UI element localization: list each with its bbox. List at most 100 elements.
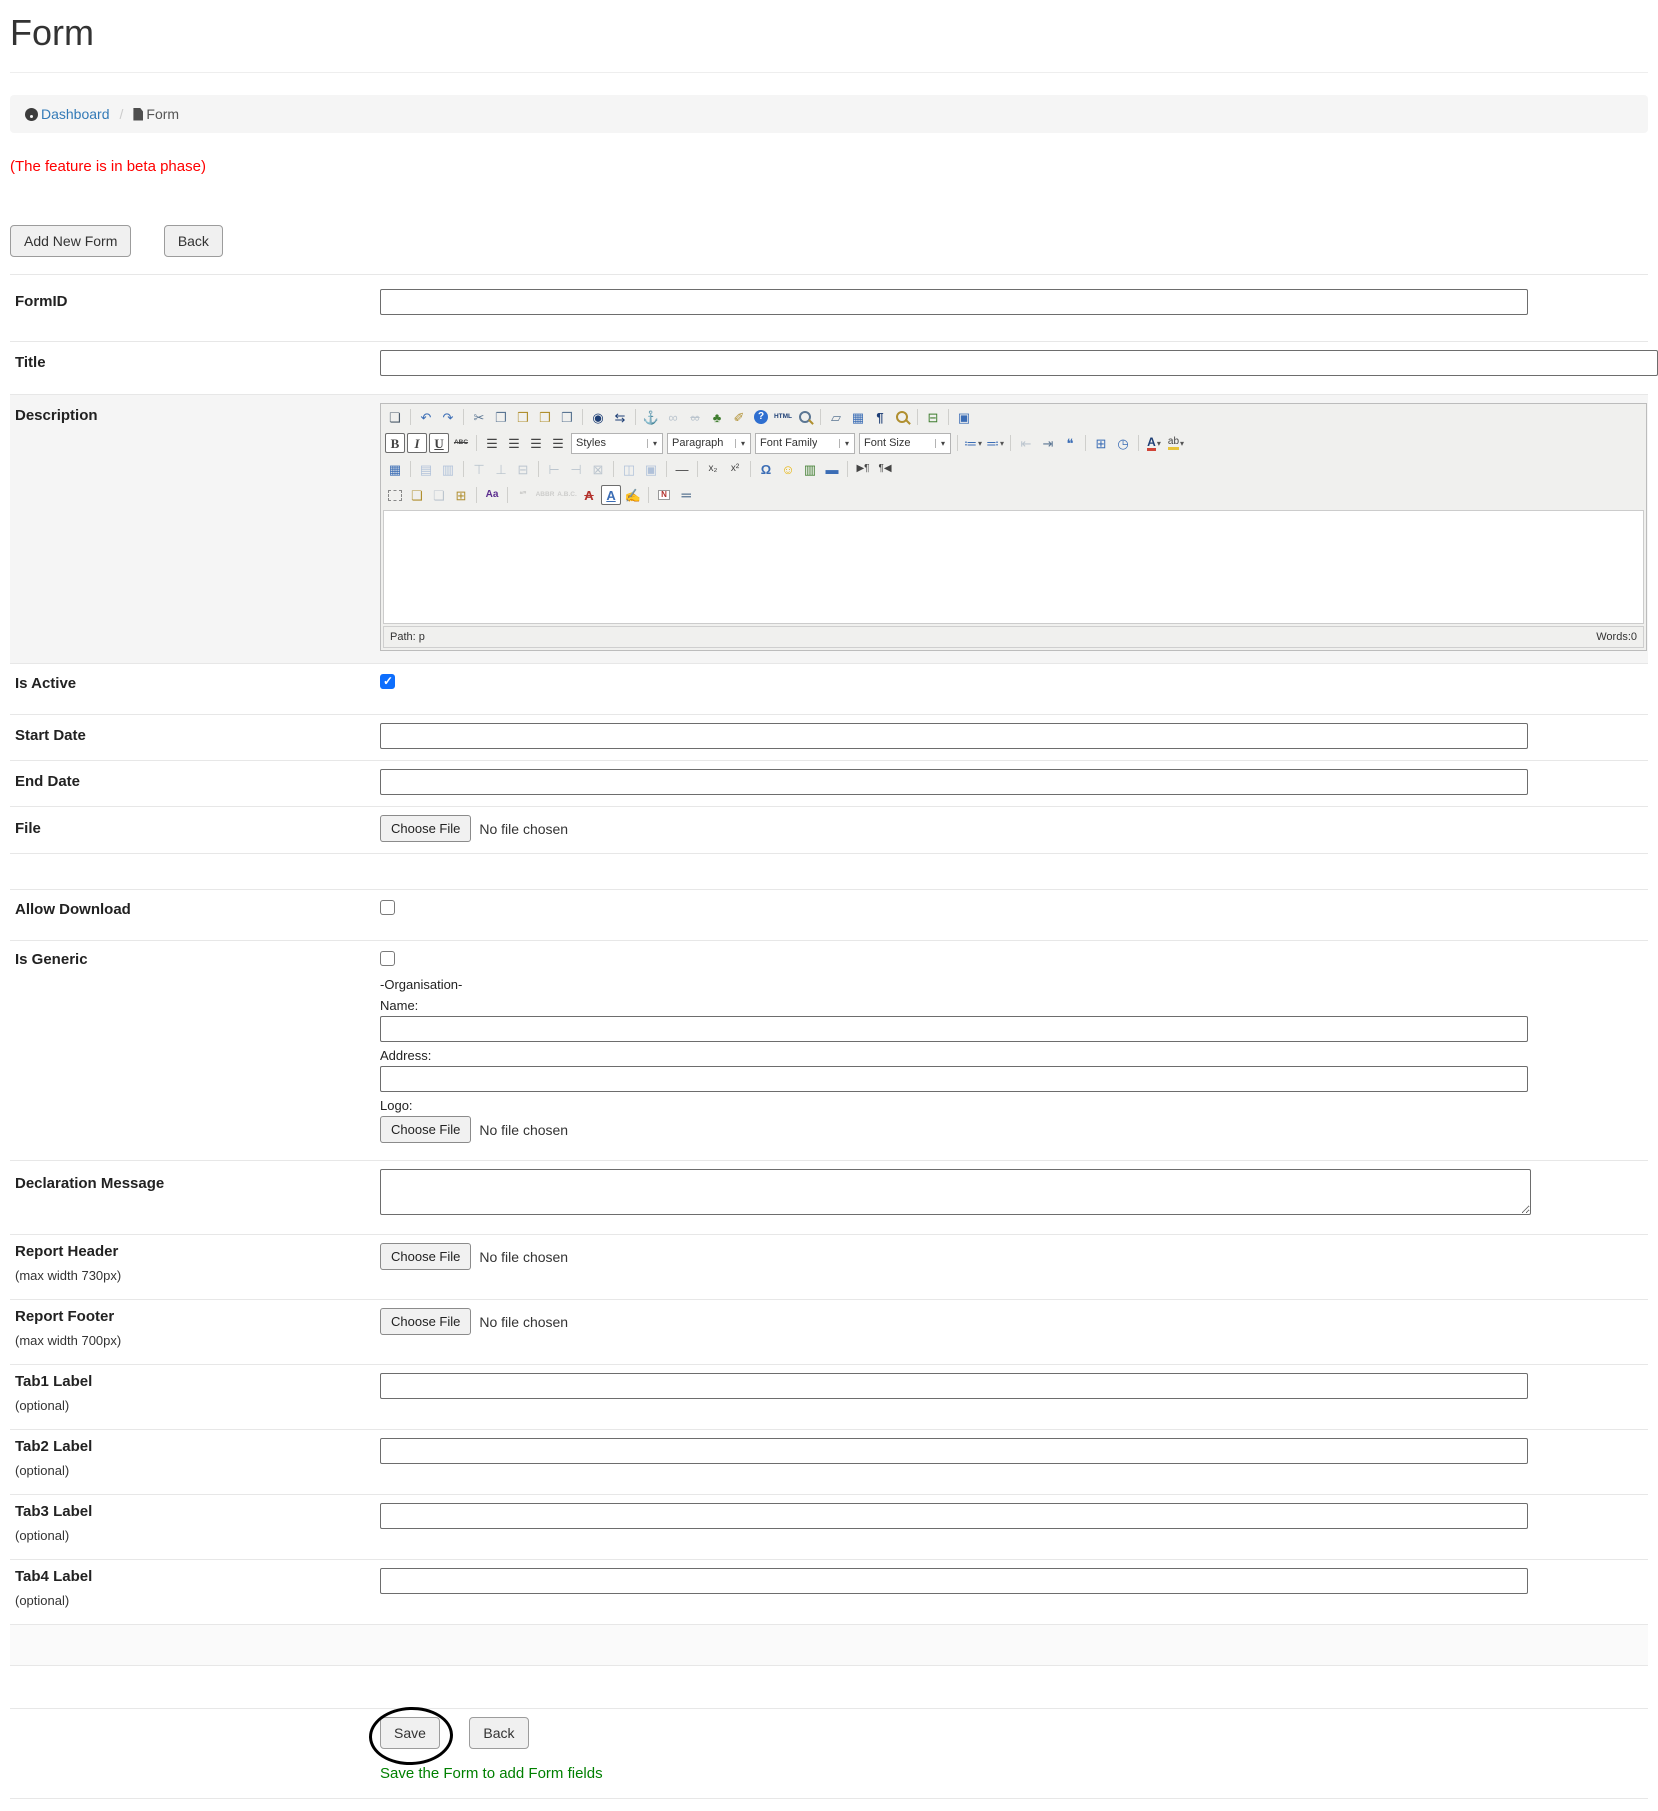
blockquote-icon[interactable]: ❝: [1060, 433, 1080, 453]
logo-choose-button[interactable]: Choose File: [380, 1116, 471, 1143]
tab1-label-input[interactable]: [380, 1373, 1528, 1399]
toolbar-separator: [697, 461, 698, 477]
del-icon[interactable]: A: [579, 485, 599, 505]
media-icon[interactable]: ▥: [800, 459, 820, 479]
find-icon[interactable]: ◉: [588, 407, 608, 427]
end-date-input[interactable]: [380, 769, 1528, 795]
embed-icon[interactable]: ▬: [822, 459, 842, 479]
numbered-list-icon[interactable]: ≕▾: [985, 433, 1005, 453]
align-left-icon[interactable]: ☰: [482, 433, 502, 453]
emoticons-icon[interactable]: ☺: [778, 459, 798, 479]
is-active-checkbox[interactable]: [380, 674, 395, 689]
insert-image-icon[interactable]: ♣: [707, 407, 727, 427]
title-input[interactable]: [380, 350, 1658, 376]
attributes-icon[interactable]: ✍: [623, 485, 643, 505]
bullet-list-icon[interactable]: ≔▾: [963, 433, 983, 453]
preview-search-icon[interactable]: [795, 407, 815, 427]
paste-as-text-icon[interactable]: ❒: [535, 407, 555, 427]
rtl-icon[interactable]: ¶◀: [875, 459, 895, 479]
pagebreak-icon[interactable]: Ⅱ: [676, 485, 696, 505]
font-family-select[interactable]: Font Family▾: [755, 433, 855, 454]
cleanup-icon[interactable]: ✐: [729, 407, 749, 427]
allow-download-checkbox[interactable]: [380, 900, 395, 915]
organisation-name-input[interactable]: [380, 1016, 1528, 1042]
font-size-select[interactable]: Font Size▾: [859, 433, 951, 454]
preview-doc-icon[interactable]: [892, 407, 912, 427]
end-date-label: End Date: [15, 773, 80, 790]
new-document-icon[interactable]: ❏: [385, 407, 405, 427]
paste-icon[interactable]: ❒: [513, 407, 533, 427]
breadcrumb-dashboard-link[interactable]: Dashboard: [41, 106, 110, 122]
italic-icon[interactable]: I: [407, 433, 427, 453]
insert-date-icon[interactable]: ⊞: [1091, 433, 1111, 453]
toolbar-separator: [463, 409, 464, 425]
strikethrough-icon[interactable]: ABC: [451, 433, 471, 453]
move-forward-icon[interactable]: ❏: [407, 485, 427, 505]
find-replace-icon[interactable]: ⇆: [610, 407, 630, 427]
table-edit-icon[interactable]: ▦: [385, 459, 405, 479]
superscript-icon[interactable]: x²: [725, 459, 745, 479]
tab4-label-input[interactable]: [380, 1568, 1528, 1594]
is-generic-checkbox[interactable]: [380, 951, 395, 966]
add-new-form-button[interactable]: Add New Form: [10, 225, 131, 257]
copy-icon[interactable]: ❐: [491, 407, 511, 427]
underline-icon[interactable]: U: [429, 433, 449, 453]
ins-icon[interactable]: A: [601, 485, 621, 505]
row-after-icon: ⊥: [491, 459, 511, 479]
remove-format-icon[interactable]: ▱: [826, 407, 846, 427]
highlight-color-icon[interactable]: ab▾: [1166, 433, 1186, 453]
horizontal-rule-icon[interactable]: —: [672, 459, 692, 479]
bold-icon[interactable]: B: [385, 433, 405, 453]
save-button[interactable]: Save: [380, 1717, 440, 1749]
toolbar-separator: [1138, 435, 1139, 451]
tab2-note: (optional): [15, 1463, 370, 1478]
toolbar-separator: [750, 461, 751, 477]
toolbar-separator: [957, 435, 958, 451]
formid-label: FormID: [15, 293, 68, 310]
visual-aid-icon[interactable]: [385, 485, 405, 505]
indent-icon[interactable]: ⇥: [1038, 433, 1058, 453]
visual-chars-icon[interactable]: ¶: [870, 407, 890, 427]
file-choose-button[interactable]: Choose File: [380, 815, 471, 842]
charmap-icon[interactable]: Ω: [756, 459, 776, 479]
html-source-icon[interactable]: HTML: [773, 407, 793, 427]
help-icon[interactable]: ?: [751, 407, 771, 427]
style-props-icon[interactable]: Aa: [482, 485, 502, 505]
tab3-label-input[interactable]: [380, 1503, 1528, 1529]
report-footer-choose-button[interactable]: Choose File: [380, 1308, 471, 1335]
styles-select[interactable]: Styles▾: [571, 433, 663, 454]
back-button-bottom[interactable]: Back: [469, 1717, 528, 1749]
report-header-choose-button[interactable]: Choose File: [380, 1243, 471, 1270]
print-icon[interactable]: ⊟: [923, 407, 943, 427]
description-row: Description ❏↶↷✂❐❒❒❒◉⇆⚓∞∞♣✐?HTML▱▦¶⊟▣BIU…: [10, 394, 1648, 663]
text-color-icon[interactable]: A▾: [1144, 433, 1164, 453]
description-editor-body[interactable]: [383, 510, 1644, 624]
nonbreaking-icon[interactable]: N: [654, 485, 674, 505]
formid-input[interactable]: [380, 289, 1528, 315]
start-date-row: Start Date: [10, 714, 1648, 760]
toolbar-separator: [538, 461, 539, 477]
align-right-icon[interactable]: ☰: [526, 433, 546, 453]
insert-table-icon[interactable]: ▦: [848, 407, 868, 427]
toolbar-separator: [635, 409, 636, 425]
back-button-top[interactable]: Back: [164, 225, 223, 257]
paragraph-select[interactable]: Paragraph▾: [667, 433, 751, 454]
toolbar-separator: [410, 409, 411, 425]
insert-layer-icon[interactable]: ⊞: [451, 485, 471, 505]
align-justify-icon[interactable]: ☰: [548, 433, 568, 453]
declaration-message-textarea[interactable]: [380, 1169, 1531, 1215]
anchor-icon[interactable]: ⚓: [641, 407, 661, 427]
breadcrumb-current: Form: [146, 106, 179, 122]
ltr-icon[interactable]: ▶¶: [853, 459, 873, 479]
undo-icon[interactable]: ↶: [416, 407, 436, 427]
start-date-input[interactable]: [380, 723, 1528, 749]
cut-icon[interactable]: ✂: [469, 407, 489, 427]
fullscreen-icon[interactable]: ▣: [954, 407, 974, 427]
subscript-icon[interactable]: x₂: [703, 459, 723, 479]
redo-icon[interactable]: ↷: [438, 407, 458, 427]
tab2-label-input[interactable]: [380, 1438, 1528, 1464]
paste-from-word-icon[interactable]: ❒: [557, 407, 577, 427]
insert-time-icon[interactable]: ◷: [1113, 433, 1133, 453]
organisation-address-input[interactable]: [380, 1066, 1528, 1092]
align-center-icon[interactable]: ☰: [504, 433, 524, 453]
